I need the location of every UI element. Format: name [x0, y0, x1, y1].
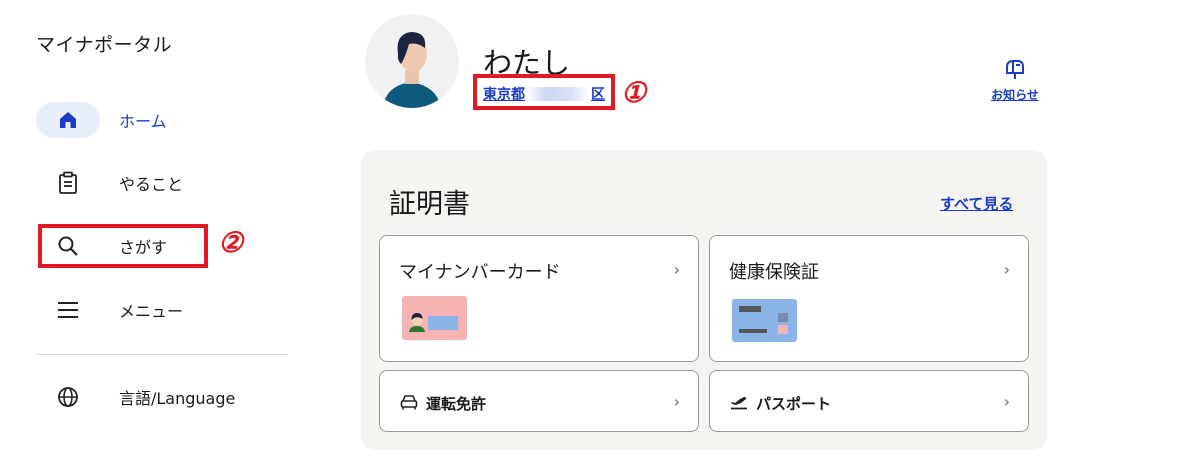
card-label: 健康保険証	[729, 262, 819, 283]
chevron-right-icon: ›	[1003, 260, 1010, 279]
mynumber-card[interactable]: マイナンバーカード ›	[379, 235, 699, 362]
chevron-right-icon: ›	[673, 392, 680, 411]
sidebar-item-label: ホーム	[119, 112, 167, 131]
insurance-card-illustration	[732, 299, 797, 342]
app-title: マイナポータル	[36, 34, 173, 56]
card-label: パスポート	[756, 395, 832, 413]
annotation-box-address	[473, 74, 615, 110]
sidebar-item-label: メニュー	[119, 302, 184, 321]
avatar	[365, 14, 459, 108]
chevron-right-icon: ›	[673, 260, 680, 279]
chevron-right-icon: ›	[1003, 392, 1010, 411]
passport-card[interactable]: パスポート ›	[709, 370, 1029, 432]
health-insurance-card[interactable]: 健康保険証 ›	[709, 235, 1029, 362]
airplane-icon	[730, 394, 748, 414]
drivers-license-card[interactable]: 運転免許 ›	[379, 370, 699, 432]
annotation-number-one: ①	[621, 76, 647, 109]
car-icon	[400, 394, 418, 414]
annotation-box-search	[38, 224, 208, 268]
home-icon	[36, 102, 100, 138]
card-label: 運転免許	[426, 395, 487, 413]
certificates-title: 証明書	[389, 189, 470, 220]
notice-button[interactable]: お知らせ	[985, 58, 1045, 103]
notice-label: お知らせ	[991, 88, 1039, 102]
see-all-link[interactable]: すべて見る	[940, 193, 1013, 214]
mailbox-icon	[1004, 60, 1026, 84]
sidebar-item-menu[interactable]: メニュー	[36, 290, 288, 330]
card-label: マイナンバーカード	[399, 262, 561, 283]
sidebar-item-todo[interactable]: やること	[36, 163, 288, 203]
sidebar-divider	[36, 354, 288, 355]
menu-icon	[36, 292, 100, 328]
globe-icon	[36, 379, 100, 415]
sidebar-item-home[interactable]: ホーム	[36, 100, 288, 140]
mynumber-card-illustration	[402, 296, 467, 340]
sidebar-item-language[interactable]: 言語/Language	[36, 377, 288, 417]
clipboard-icon	[36, 165, 100, 201]
sidebar-item-label: 言語/Language	[119, 389, 236, 408]
annotation-number-two: ②	[218, 226, 244, 259]
sidebar-item-label: やること	[119, 175, 184, 194]
